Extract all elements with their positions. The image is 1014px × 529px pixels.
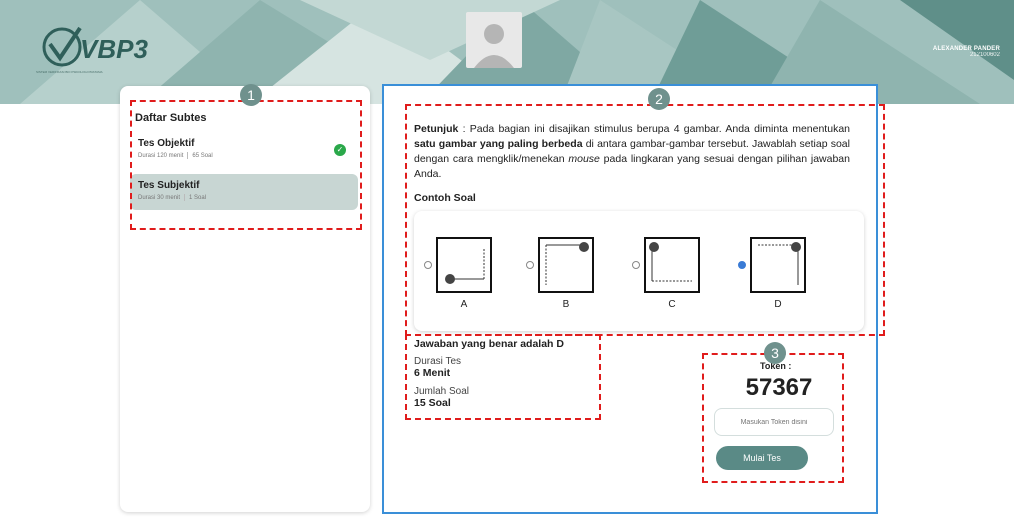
annotation-badge-3: 3: [764, 342, 786, 364]
logo-text: VBP3: [80, 34, 148, 64]
logo-subtitle: SISTEM VERIFIKASI BIO PSIKOLOGI PRATAMA: [36, 70, 103, 74]
annotation-badge-2: 2: [648, 88, 670, 110]
avatar: [466, 12, 522, 68]
annotation-box-3: [702, 353, 844, 483]
vbp3-logo: VBP3: [42, 26, 148, 67]
user-info: ALEXANDER PANDER 212100602: [933, 46, 1000, 58]
annotation-box-2: [405, 104, 885, 336]
annotation-badge-1: 1: [240, 84, 262, 106]
annotation-box-2b: [405, 334, 601, 420]
annotation-box-1: [130, 100, 362, 230]
user-id: 212100602: [969, 52, 1000, 58]
user-icon: [474, 24, 514, 68]
